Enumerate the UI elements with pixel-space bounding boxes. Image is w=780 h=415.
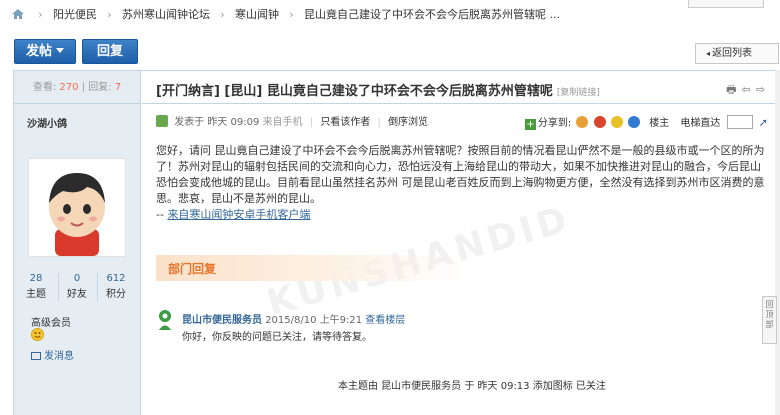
reply-button[interactable]: 回复 [82, 39, 138, 64]
points-num: 612 [106, 273, 126, 284]
new-post-button[interactable]: 发帖 [14, 39, 76, 64]
breadcrumb-separator: › [107, 8, 112, 21]
author-only-link[interactable]: 只看该作者 [320, 117, 370, 128]
reply-label: 回复 [96, 44, 123, 59]
send-message-label: 发消息 [44, 351, 74, 362]
replies-label: 回复: [88, 82, 112, 93]
post-source: -- 来自寒山闻钟安卓手机客户端 [156, 208, 310, 221]
friends-count[interactable]: 0 好友 [59, 271, 95, 303]
breadcrumb-item-board[interactable]: 寒山闻钟 [235, 8, 279, 21]
pengyou-icon[interactable] [610, 116, 623, 128]
back-to-top-button[interactable]: 回顶部 [762, 296, 777, 344]
from-mobile-link[interactable]: 来自手机 [263, 117, 303, 128]
service-logo-icon [159, 310, 171, 330]
breadcrumb: › 阳光便民 › 苏州寒山闻钟论坛 › 寒山闻钟 › 昆山竟自己建设了中环会不会… [12, 0, 764, 30]
reply-text: 你好，你反映的问题已关注，请等待答复。 [182, 332, 372, 343]
meta-separator: | [309, 117, 314, 128]
author-name[interactable]: 沙湖小鸽 [27, 115, 67, 130]
share-bar: + 分享到: 楼主 电梯直达 ➚ [524, 115, 768, 131]
meta-separator: | [377, 117, 381, 128]
topics-count[interactable]: 28 主题 [18, 271, 54, 303]
avatar-image [29, 159, 125, 256]
views-label: 查看: [32, 82, 57, 93]
reverse-order-link[interactable]: 倒序浏览 [388, 117, 428, 128]
online-status-icon [156, 115, 168, 127]
share-label: 分享到: [537, 118, 572, 129]
points-label: 积分 [106, 289, 126, 300]
chevron-left-icon: ◂ [706, 49, 711, 58]
share-plus-icon[interactable]: + [524, 119, 536, 130]
copy-link[interactable]: [复制链接] [557, 88, 600, 98]
avatar[interactable] [28, 158, 126, 257]
views-count: 270 [59, 82, 79, 93]
reply-date: 2015/8/10 上午9:21 [265, 315, 363, 326]
source-prefix: -- [156, 208, 168, 221]
print-prev-next-icons[interactable]: 🖶⇦⇨ [726, 81, 770, 100]
breadcrumb-item-thread[interactable]: 昆山竟自己建设了中环会不会今后脱离苏州管辖呢 ... [304, 8, 560, 21]
send-message-link[interactable]: 发消息 [31, 347, 74, 362]
tencent-weibo-icon[interactable] [628, 116, 641, 128]
thread-title: [开门纳言] [昆山] 昆山竟自己建设了中环会不会今后脱离苏州管辖呢 [复制链接] [156, 80, 600, 99]
breadcrumb-separator: › [289, 8, 294, 21]
reply-author[interactable]: 昆山市便民服务员 [182, 315, 262, 326]
post-frame: 查看: 270 | 回复: 7 沙湖小鸽 28 主题 0 好友 612 积分 高… [13, 70, 780, 415]
android-client-link[interactable]: 来自寒山闻钟安卓手机客户端 [167, 208, 310, 221]
friends-label: 好友 [67, 289, 87, 300]
home-icon[interactable] [12, 9, 24, 19]
back-to-list-button[interactable]: ◂ 返回列表 [695, 43, 779, 64]
weibo-icon[interactable] [593, 116, 606, 128]
envelope-icon [31, 352, 41, 360]
department-reply-title: 部门回复 [168, 262, 217, 276]
reply-meta: 昆山市便民服务员 2015/8/10 上午9:21 查看楼层 [182, 311, 405, 326]
breadcrumb-separator: › [38, 8, 43, 21]
smiley-icon [31, 328, 44, 341]
thread-title-bar: [开门纳言] [昆山] 昆山竟自己建设了中环会不会今后脱离苏州管辖呢 [复制链接]… [142, 71, 780, 104]
view-floor-link[interactable]: 查看楼层 [365, 315, 405, 326]
breadcrumb-separator: › [220, 8, 225, 21]
replies-count: 7 [114, 82, 122, 93]
floor-jump-input[interactable] [726, 115, 753, 129]
chevron-down-icon [56, 48, 64, 53]
floor-label: 楼主 [649, 118, 670, 129]
member-level: 高级会员 [31, 318, 71, 329]
top-panel-tab[interactable] [688, 0, 764, 8]
page-scrollbar[interactable] [775, 70, 780, 415]
post-time: 发表于 昨天 09:09 [174, 117, 260, 128]
author-sidebar: 查看: 270 | 回复: 7 沙湖小鸽 28 主题 0 好友 612 积分 高… [14, 71, 141, 415]
breadcrumb-item-forum[interactable]: 苏州寒山闻钟论坛 [122, 8, 210, 21]
go-arrow-icon[interactable]: ➚ [759, 115, 768, 131]
moderation-note: 本主题由 昆山市便民服务员 于 昨天 09:13 添加图标 已关注 [338, 381, 606, 392]
post-body-text: 您好，请问 昆山竟自己建设了中环会不会今后脱离苏州管辖呢？按照目前的情况看昆山俨… [156, 144, 765, 205]
topics-label: 主题 [26, 289, 46, 300]
thread-stats: 查看: 270 | 回复: 7 [14, 71, 140, 104]
qzone-icon[interactable] [576, 116, 589, 128]
back-to-list-label: 返回列表 [712, 48, 753, 59]
jump-label: 电梯直达 [680, 118, 721, 129]
thread-title-text: [开门纳言] [昆山] 昆山竟自己建设了中环会不会今后脱离苏州管辖呢 [156, 84, 553, 99]
stats-separator: | [81, 82, 86, 93]
post-body: 您好，请问 昆山竟自己建设了中环会不会今后脱离苏州管辖呢？按照目前的情况看昆山俨… [156, 143, 766, 223]
new-post-label: 发帖 [25, 44, 52, 59]
post-content: [开门纳言] [昆山] 昆山竟自己建设了中环会不会今后脱离苏州管辖呢 [复制链接]… [142, 71, 780, 415]
points-count[interactable]: 612 积分 [98, 271, 134, 303]
department-reply-banner: 部门回复 [156, 255, 466, 281]
topics-num: 28 [29, 273, 43, 284]
breadcrumb-item-sunshine[interactable]: 阳光便民 [53, 8, 97, 21]
friends-num: 0 [73, 273, 81, 284]
